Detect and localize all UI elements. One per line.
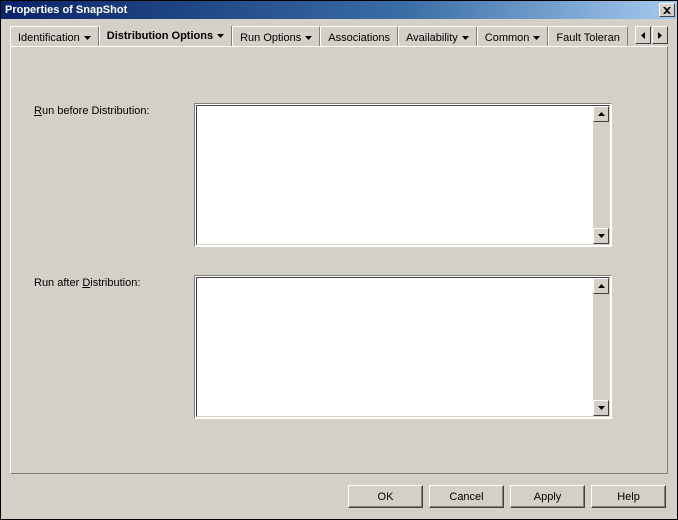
tab-common[interactable]: Common [477,26,549,46]
run-before-label: Run before Distribution: [34,103,194,117]
window-title: Properties of SnapShot [5,4,657,16]
run-after-textarea[interactable] [197,278,593,416]
tab-label: Fault Toleran [556,32,619,44]
label-text: istribution: [90,277,140,289]
help-button[interactable]: Help [591,485,666,508]
tab-label: Identification [18,32,80,44]
scroll-down-button[interactable] [593,228,609,244]
chevron-down-icon [598,406,605,410]
tab-label: Run Options [240,32,301,44]
tab-run-options[interactable]: Run Options [232,26,320,46]
run-after-label: Run after Distribution: [34,275,194,289]
chevron-down-icon [462,36,469,40]
label-accelerator: R [34,105,42,117]
chevron-down-icon [533,36,540,40]
close-icon [663,7,671,14]
chevron-down-icon [598,234,605,238]
titlebar[interactable]: Properties of SnapShot [1,1,677,19]
dialog-window: Properties of SnapShot Identification Di… [0,0,678,520]
tab-label: Availability [406,32,458,44]
scrollbar[interactable] [593,106,609,244]
apply-button[interactable]: Apply [510,485,585,508]
tab-label: Common [485,32,530,44]
close-button[interactable] [659,3,675,17]
panel: Run before Distribution: [10,46,668,474]
chevron-down-icon [217,34,224,38]
cancel-button[interactable]: Cancel [429,485,504,508]
tab-distribution-options[interactable]: Distribution Options [99,26,232,46]
button-label: Help [617,491,640,503]
chevron-right-icon [658,32,662,39]
tab-fault-tolerance[interactable]: Fault Toleran [548,26,627,46]
run-before-textarea-shell [194,103,612,247]
chevron-down-icon [84,36,91,40]
run-after-textarea-shell [194,275,612,419]
label-text: un before Distribution: [42,105,150,117]
tabs-row: Identification Distribution Options Run … [10,26,634,46]
chevron-left-icon [641,32,645,39]
panel-inner: Run before Distribution: [12,48,666,472]
button-label: OK [378,491,394,503]
field-run-after: Run after Distribution: [34,275,612,419]
scrollbar[interactable] [593,278,609,416]
scroll-up-button[interactable] [593,106,609,122]
run-before-textarea[interactable] [197,106,593,244]
button-label: Cancel [449,491,483,503]
content-area: Identification Distribution Options Run … [2,20,676,518]
chevron-up-icon [598,112,605,116]
tab-identification[interactable]: Identification [10,26,99,46]
ok-button[interactable]: OK [348,485,423,508]
label-text: Run after [34,277,82,289]
tab-associations[interactable]: Associations [320,26,398,46]
scroll-down-button[interactable] [593,400,609,416]
chevron-down-icon [305,36,312,40]
chevron-up-icon [598,284,605,288]
button-label: Apply [534,491,562,503]
tab-scroll-right[interactable] [652,26,668,44]
scroll-up-button[interactable] [593,278,609,294]
dialog-buttons: OK Cancel Apply Help [348,485,666,508]
tab-scroll-left[interactable] [635,26,651,44]
tab-label: Associations [328,32,390,44]
tab-availability[interactable]: Availability [398,26,477,46]
tab-label: Distribution Options [107,30,213,42]
field-run-before: Run before Distribution: [34,103,612,247]
